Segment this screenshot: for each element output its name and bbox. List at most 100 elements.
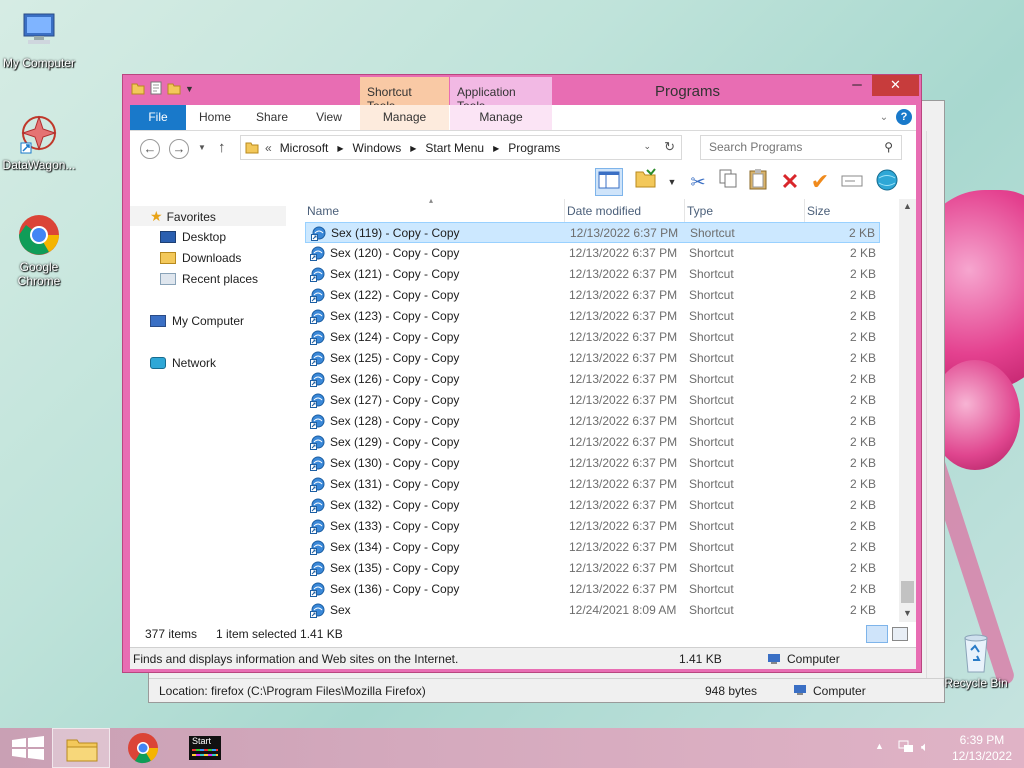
chevron-down-icon[interactable]: ▼ <box>658 168 686 196</box>
up-arrow-icon[interactable]: ↑ <box>218 139 226 156</box>
search-input[interactable] <box>701 136 871 158</box>
tab-share[interactable]: Share <box>246 105 298 130</box>
back-button[interactable]: ← <box>140 139 160 159</box>
minimize-glyph[interactable]: ─ <box>843 75 871 96</box>
large-icons-view-icon[interactable] <box>892 627 908 641</box>
show-hidden-icons[interactable]: ▲ <box>875 741 884 751</box>
table-row[interactable]: Sex (130) - Copy - Copy 12/13/2022 6:37 P… <box>305 453 880 474</box>
folder-icon[interactable] <box>131 81 145 97</box>
table-row[interactable]: Sex (125) - Copy - Copy 12/13/2022 6:37 P… <box>305 348 880 369</box>
column-header-type[interactable]: Type <box>684 199 804 223</box>
folder-options-icon[interactable] <box>632 168 660 196</box>
table-row[interactable]: Sex (124) - Copy - Copy 12/13/2022 6:37 P… <box>305 327 880 348</box>
checkmark-icon[interactable]: ✔ <box>806 168 834 196</box>
breadcrumb-overflow[interactable]: « <box>265 141 272 155</box>
table-row[interactable]: Sex (119) - Copy - Copy 12/13/2022 6:37 P… <box>305 222 880 243</box>
chevron-down-icon[interactable]: ▼ <box>185 81 199 97</box>
tab-shortcut-manage[interactable]: Manage <box>360 105 449 130</box>
taskbar-chrome[interactable] <box>114 728 172 768</box>
nav-favorites[interactable]: ★ Favorites <box>130 206 286 226</box>
properties-icon[interactable] <box>149 81 163 97</box>
desktop-icon-datawagon[interactable]: DataWagon... <box>1 110 77 172</box>
title-bar[interactable]: ▼ Shortcut Tools Application Tools Progr… <box>123 75 921 113</box>
breadcrumb-microsoft[interactable]: Microsoft <box>280 141 329 155</box>
forward-button[interactable]: → <box>169 139 189 159</box>
volume-icon[interactable]: 🔈︎ <box>921 739 929 755</box>
tab-file[interactable]: File <box>130 105 186 130</box>
breadcrumb-start-menu[interactable]: Start Menu <box>425 141 484 155</box>
cut-icon[interactable]: ✂ <box>684 168 712 196</box>
column-header-name[interactable]: Name <box>305 199 563 223</box>
taskbar-start-app[interactable]: Start <box>176 728 234 768</box>
nav-my-computer[interactable]: My Computer <box>130 311 286 331</box>
globe-icon[interactable] <box>872 168 902 196</box>
breadcrumb-separator-icon[interactable]: ▶ <box>493 144 499 153</box>
table-row[interactable]: Sex (136) - Copy - Copy 12/13/2022 6:37 P… <box>305 579 880 600</box>
file-size: 2 KB <box>849 582 876 596</box>
clock[interactable]: 6:39 PM 12/13/2022 <box>952 732 1012 764</box>
paste-icon[interactable] <box>744 168 772 196</box>
nav-favorites-label: Favorites <box>166 210 216 224</box>
nav-downloads[interactable]: Downloads <box>130 248 286 268</box>
details-view-icon[interactable] <box>866 625 888 643</box>
taskbar-file-explorer[interactable] <box>52 728 110 768</box>
nav-desktop[interactable]: Desktop <box>130 227 286 247</box>
nav-network[interactable]: Network <box>130 353 286 373</box>
table-row[interactable]: Sex (123) - Copy - Copy 12/13/2022 6:37 P… <box>305 306 880 327</box>
new-folder-icon[interactable] <box>167 81 181 97</box>
table-row[interactable]: Sex (128) - Copy - Copy 12/13/2022 6:37 P… <box>305 411 880 432</box>
table-row[interactable]: Sex 12/24/2021 8:09 AM Shortcut 2 KB <box>305 600 880 621</box>
breadcrumb-separator-icon[interactable]: ▶ <box>337 144 343 153</box>
refresh-icon[interactable]: ↻ <box>664 139 675 155</box>
address-box[interactable]: « Microsoft ▶ Windows ▶ Start Menu ▶ Pro… <box>240 135 682 160</box>
table-row[interactable]: Sex (121) - Copy - Copy 12/13/2022 6:37 P… <box>305 264 880 285</box>
table-row[interactable]: Sex (135) - Copy - Copy 12/13/2022 6:37 P… <box>305 558 880 579</box>
table-row[interactable]: Sex (120) - Copy - Copy 12/13/2022 6:37 P… <box>305 243 880 264</box>
background-scrollbar[interactable] <box>926 131 944 679</box>
breadcrumb-windows[interactable]: Windows <box>353 141 402 155</box>
scrollbar-thumb[interactable] <box>901 581 914 603</box>
recent-locations-icon[interactable]: ▼ <box>198 143 206 152</box>
file-date: 12/13/2022 6:37 PM <box>569 582 678 596</box>
breadcrumb-separator-icon[interactable]: ▶ <box>410 144 416 153</box>
table-row[interactable]: Sex (134) - Copy - Copy 12/13/2022 6:37 P… <box>305 537 880 558</box>
network-tray-icon[interactable] <box>898 740 914 757</box>
tab-home[interactable]: Home <box>190 105 240 130</box>
table-row[interactable]: Sex (126) - Copy - Copy 12/13/2022 6:37 P… <box>305 369 880 390</box>
table-row[interactable]: Sex (129) - Copy - Copy 12/13/2022 6:37 P… <box>305 432 880 453</box>
breadcrumb-programs[interactable]: Programs <box>508 141 560 155</box>
explorer-window[interactable]: ▼ Shortcut Tools Application Tools Progr… <box>122 74 922 673</box>
desktop-icon-label: Google Chrome <box>17 260 61 288</box>
start-button[interactable] <box>0 728 58 768</box>
scroll-up-icon[interactable]: ▲ <box>903 201 912 211</box>
preview-pane-icon[interactable] <box>595 168 623 196</box>
address-dropdown-icon[interactable]: ⌄ <box>643 141 651 152</box>
tab-application-manage[interactable]: Manage <box>450 105 552 130</box>
file-size: 2 KB <box>849 414 876 428</box>
desktop-icon-chrome[interactable]: Google Chrome <box>1 212 77 288</box>
table-row[interactable]: Sex (122) - Copy - Copy 12/13/2022 6:37 P… <box>305 285 880 306</box>
table-row[interactable]: Sex (132) - Copy - Copy 12/13/2022 6:37 P… <box>305 495 880 516</box>
table-row[interactable]: Sex (131) - Copy - Copy 12/13/2022 6:37 P… <box>305 474 880 495</box>
file-size: 2 KB <box>849 540 876 554</box>
vertical-scrollbar[interactable]: ▲ ▼ <box>899 199 916 622</box>
desktop-icon-my-computer[interactable]: My Computer <box>1 8 77 70</box>
copy-icon[interactable] <box>714 168 742 196</box>
file-date: 12/13/2022 6:37 PM <box>569 477 678 491</box>
desktop-icon-recycle-bin[interactable]: Recycle Bin <box>938 628 1014 690</box>
chevron-down-icon[interactable]: ⌄ <box>876 105 892 130</box>
tab-view[interactable]: View <box>306 105 352 130</box>
delete-icon[interactable]: ✕ <box>776 168 804 196</box>
scroll-down-icon[interactable]: ▼ <box>903 608 912 618</box>
column-header-size[interactable]: Size <box>804 199 880 223</box>
rename-icon[interactable] <box>838 168 866 196</box>
search-icon[interactable]: ⚲ <box>884 140 893 154</box>
nav-recent-places[interactable]: Recent places <box>130 269 286 289</box>
table-row[interactable]: Sex (127) - Copy - Copy 12/13/2022 6:37 P… <box>305 390 880 411</box>
search-box[interactable]: ⚲ <box>700 135 902 160</box>
close-button[interactable]: ✕ <box>872 75 919 96</box>
column-header-date[interactable]: Date modified <box>564 199 684 223</box>
table-row[interactable]: Sex (133) - Copy - Copy 12/13/2022 6:37 P… <box>305 516 880 537</box>
help-icon[interactable]: ? <box>896 109 912 125</box>
windows-logo-icon <box>12 736 44 760</box>
